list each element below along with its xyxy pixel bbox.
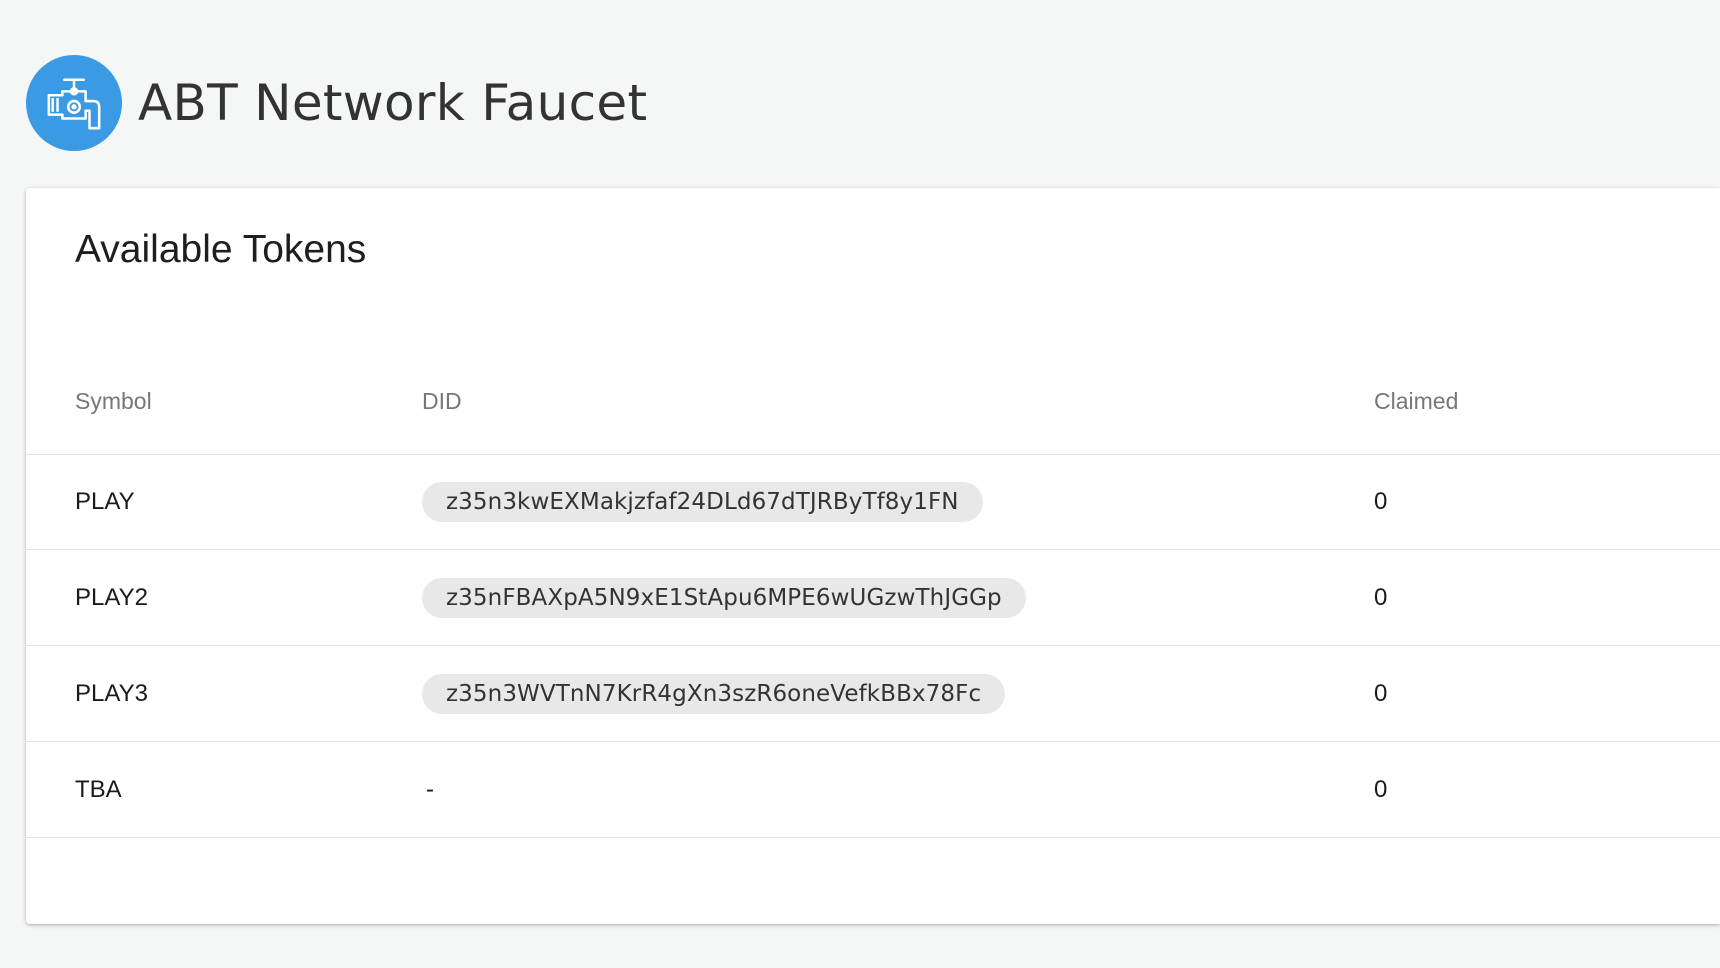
table-row: PLAY z35n3kwEXMakjzfaf24DLd67dTJRByTf8y1F… [26, 454, 1720, 550]
page-title: ABT Network Faucet [138, 74, 648, 132]
token-did-cell: z35n3kwEXMakjzfaf24DLd67dTJRByTf8y1FN [422, 454, 983, 549]
token-claimed-count: 0 [1374, 487, 1388, 515]
token-symbol: TBA [75, 775, 122, 803]
table-row: PLAY3 z35n3WVTnN7KrR4gXn3szR6oneVefkBBx78… [26, 646, 1720, 742]
token-symbol: PLAY3 [75, 679, 148, 707]
token-did-chip[interactable]: z35nFBAXpA5N9xE1StApu6MPE6wUGzwThJGGp [422, 577, 1026, 618]
table-header: Symbol DID Claimed [26, 348, 1720, 455]
token-claimed-count: 0 [1374, 775, 1388, 803]
table-body: PLAY z35n3kwEXMakjzfaf24DLd67dTJRByTf8y1F… [26, 454, 1720, 838]
token-symbol: PLAY2 [75, 583, 148, 611]
token-did-chip[interactable]: z35n3WVTnN7KrR4gXn3szR6oneVefkBBx78Fc [422, 673, 1006, 714]
token-claimed-count: 0 [1374, 583, 1388, 611]
app-logo [26, 55, 122, 151]
table-row: PLAY2 z35nFBAXpA5N9xE1StApu6MPE6wUGzwThJG… [26, 550, 1720, 646]
app-header: ABT Network Faucet [26, 55, 647, 151]
token-did-chip[interactable]: z35n3kwEXMakjzfaf24DLd67dTJRByTf8y1FN [422, 481, 983, 522]
token-did-cell: z35n3WVTnN7KrR4gXn3szR6oneVefkBBx78Fc [422, 646, 1006, 741]
column-header-claimed: Claimed [1374, 387, 1459, 414]
token-did-cell: z35nFBAXpA5N9xE1StApu6MPE6wUGzwThJGGp [422, 550, 1026, 645]
token-claimed-count: 0 [1374, 679, 1388, 707]
token-did-cell: - [422, 742, 434, 837]
column-header-symbol: Symbol [75, 387, 152, 414]
token-symbol: PLAY [75, 487, 135, 515]
column-header-did: DID [422, 387, 462, 414]
card-title: Available Tokens [75, 228, 367, 271]
token-did-empty: - [426, 775, 434, 803]
tokens-card: Available Tokens Symbol DID Claimed PLAY z3… [26, 188, 1720, 924]
faucet-icon [47, 78, 101, 130]
table-row: TBA - 0 [26, 742, 1720, 838]
